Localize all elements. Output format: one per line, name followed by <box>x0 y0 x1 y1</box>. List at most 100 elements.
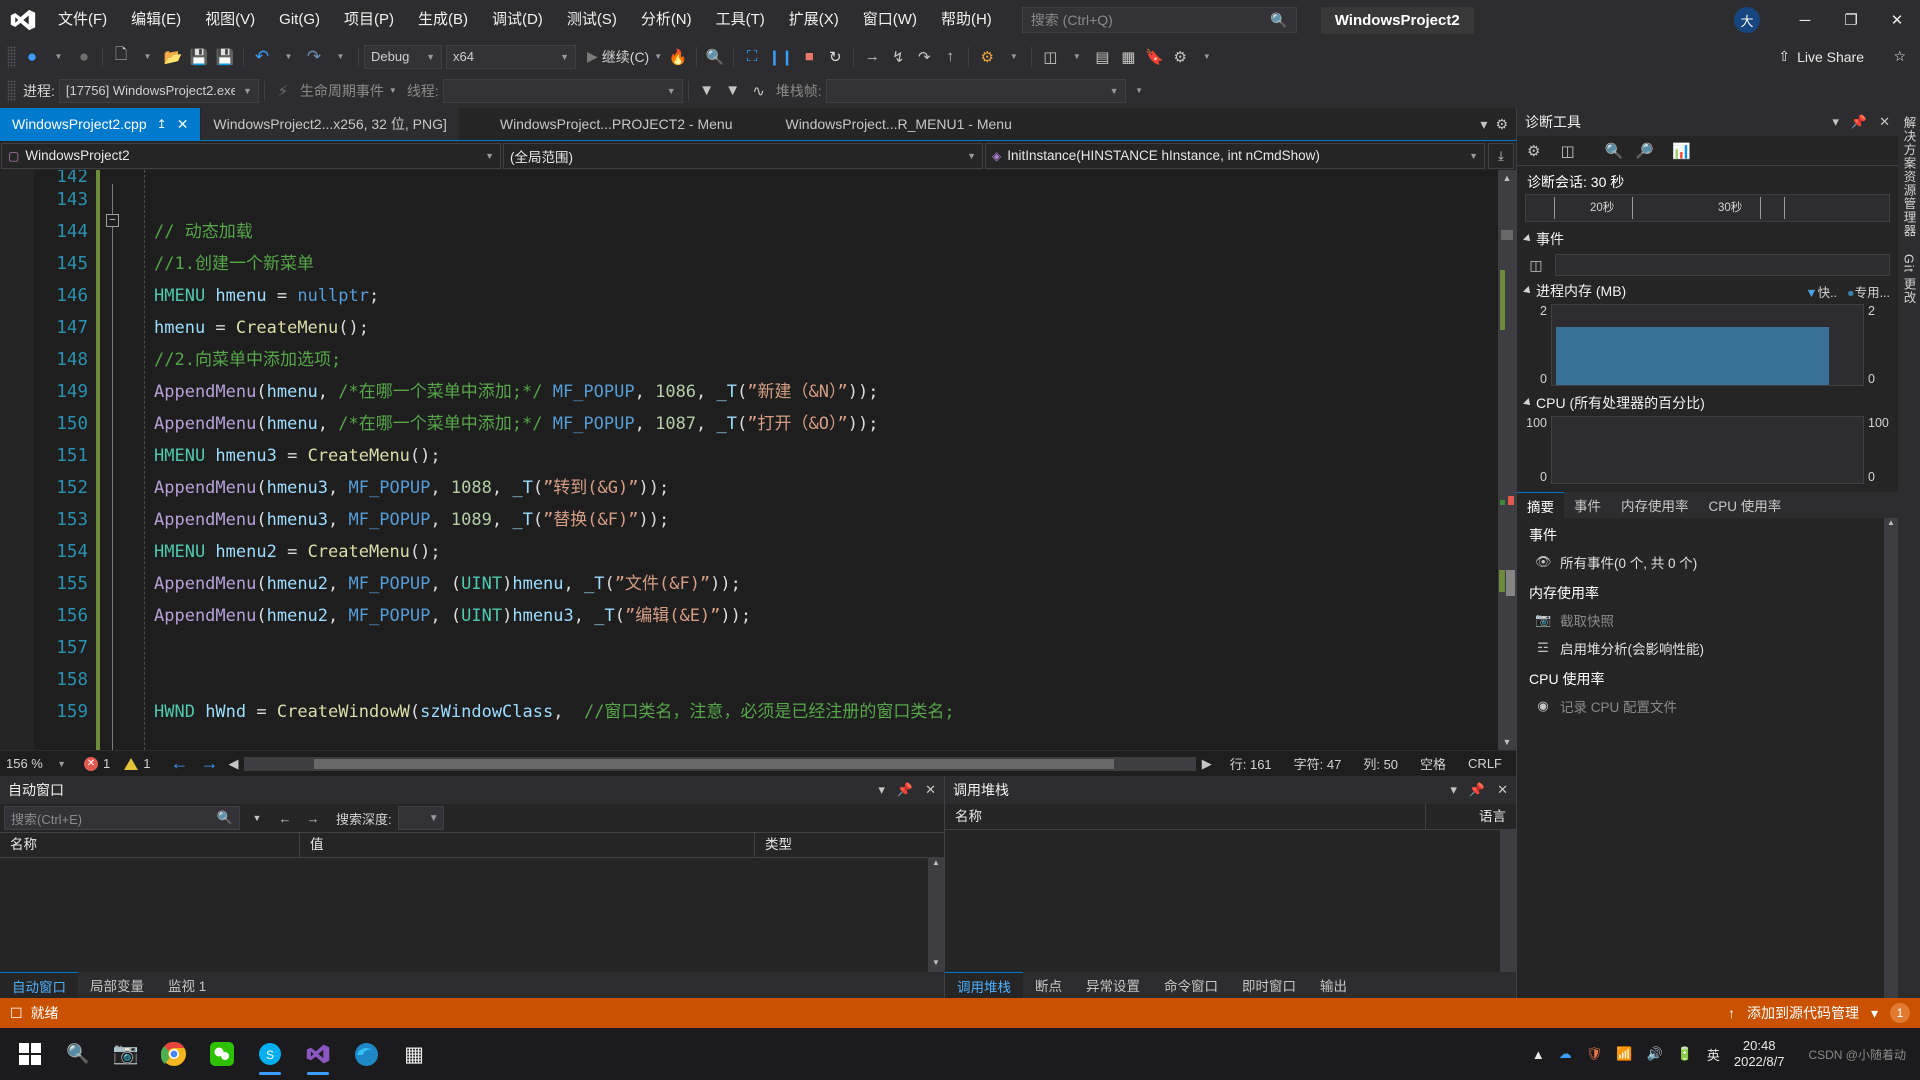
scroll-up-arrow[interactable]: ▲ <box>1498 170 1516 186</box>
autos-grid-rows[interactable] <box>0 858 928 972</box>
tab-cpu-usage[interactable]: CPU 使用率 <box>1699 492 1792 518</box>
debug-toolbar-grip[interactable] <box>7 79 16 102</box>
flag-filter2-icon[interactable]: ▼ <box>720 78 746 104</box>
reset-zoom-icon[interactable]: 📊 <box>1672 142 1691 160</box>
new-item-dropdown[interactable]: ▼ <box>134 44 160 70</box>
menu-help[interactable]: 帮助(H) <box>929 0 1004 40</box>
events-track[interactable] <box>1555 254 1890 276</box>
thread-select[interactable]: ▼ <box>442 78 683 103</box>
split-view-icon[interactable]: ⤓ <box>1488 142 1514 169</box>
chevron-down-icon[interactable]: ▾ <box>1832 114 1839 130</box>
autos-col-name[interactable]: 名称 <box>0 832 300 858</box>
outlining-margin[interactable]: − <box>100 170 126 750</box>
code-line[interactable]: hmenu = CreateMenu(); <box>126 312 1498 344</box>
diagnostic-list-scrollbar[interactable]: ▲ <box>1884 518 1898 998</box>
source-control-label[interactable]: 添加到源代码管理 <box>1747 1003 1859 1023</box>
code-line[interactable]: //1.创建一个新菜单 <box>126 248 1498 280</box>
eol-indicator[interactable]: CRLF <box>1468 756 1502 771</box>
code-line[interactable]: AppendMenu(hmenu3, MF_POPUP, 1088, _T(”转… <box>126 472 1498 504</box>
menu-project[interactable]: 项目(P) <box>332 0 406 40</box>
summary-item-record-cpu[interactable]: ◉ 记录 CPU 配置文件 <box>1517 692 1884 720</box>
menu-git[interactable]: Git(G) <box>267 0 332 40</box>
warning-count-badge[interactable]: 1 <box>124 756 150 771</box>
pin-icon[interactable]: 📌 <box>897 782 913 798</box>
taskbar-edge-icon[interactable] <box>342 1030 390 1078</box>
undo-icon[interactable]: ↶ <box>249 44 275 70</box>
editor-vertical-scrollbar[interactable]: ▲ ▼ <box>1498 170 1516 750</box>
autos-search-dropdown[interactable]: ▼ <box>246 807 268 829</box>
memory-chart[interactable]: 2 0 2 0 <box>1517 304 1898 390</box>
code-editor[interactable]: 142 143 144 145 146 147 148 149 150 151 152 153 154… <box>0 170 1516 750</box>
up-arrow-icon[interactable]: ↑ <box>1728 1005 1735 1021</box>
show-next-statement-icon[interactable]: ⛶ <box>739 44 765 70</box>
rail-git-changes[interactable]: Git 更改 <box>1900 254 1919 304</box>
save-icon[interactable]: 💾 <box>186 44 212 70</box>
toolbar-feedback-icon[interactable]: ☆ <box>1893 48 1906 65</box>
code-text-area[interactable]: // 动态加载 //1.创建一个新菜单 HMENU hmenu = nullptr;… <box>126 170 1498 750</box>
undo-dropdown[interactable]: ▼ <box>275 44 301 70</box>
code-line[interactable]: // 动态加载 <box>126 216 1498 248</box>
autos-col-value[interactable]: 值 <box>300 832 755 858</box>
code-line[interactable]: AppendMenu(hmenu2, MF_POPUP, (UINT)hmenu… <box>126 600 1498 632</box>
code-line[interactable]: AppendMenu(hmenu, /*在哪一个菜单中添加;*/ MF_POPU… <box>126 408 1498 440</box>
battery-icon[interactable]: 🔋 <box>1677 1046 1693 1062</box>
attach-to-process-icon[interactable]: 🔍 <box>702 44 728 70</box>
menu-view[interactable]: 视图(V) <box>193 0 267 40</box>
gear-icon[interactable]: ⚙ <box>1527 142 1540 160</box>
break-all-icon[interactable]: ❙❙ <box>765 44 796 70</box>
window-layout-icon[interactable]: ◫ <box>1037 44 1063 70</box>
active-project-chip[interactable]: WindowsProject2 <box>1320 6 1474 34</box>
indentation-indicator[interactable]: 空格 <box>1420 754 1446 773</box>
close-icon[interactable]: ✕ <box>1497 782 1508 798</box>
call-stack-vertical-scrollbar[interactable] <box>1500 830 1516 972</box>
pin-icon[interactable]: 📌 <box>1851 114 1867 130</box>
chevron-down-icon[interactable]: ▾ <box>1450 782 1457 798</box>
close-icon[interactable]: ✕ <box>925 782 936 798</box>
gear-icon[interactable]: ⚙ <box>1495 116 1508 133</box>
menu-edit[interactable]: 编辑(E) <box>119 0 193 40</box>
close-icon[interactable]: ✕ <box>1879 114 1890 130</box>
taskbar-chrome-icon[interactable] <box>150 1030 198 1078</box>
window-layout-dropdown[interactable]: ▼ <box>1063 44 1089 70</box>
code-line[interactable]: HMENU hmenu2 = CreateMenu(); <box>126 536 1498 568</box>
tab-locals[interactable]: 局部变量 <box>78 972 156 998</box>
rail-solution-explorer[interactable]: 解决方案资源管理器 <box>1900 116 1919 238</box>
menu-test[interactable]: 测试(S) <box>555 0 629 40</box>
tab-events[interactable]: 事件 <box>1564 492 1611 518</box>
open-file-icon[interactable]: 📂 <box>160 44 186 70</box>
lifecycle-events-icon[interactable]: ⚡ <box>270 78 296 104</box>
bookmark-icon[interactable]: 🔖 <box>1141 44 1167 70</box>
glyph-margin[interactable] <box>0 170 34 750</box>
onedrive-icon[interactable]: ☁ <box>1559 1046 1572 1062</box>
summary-item-take-snapshot[interactable]: 📷 截取快照 <box>1517 606 1884 634</box>
tab-autos[interactable]: 自动窗口 <box>0 972 78 998</box>
menu-tools[interactable]: 工具(T) <box>704 0 777 40</box>
code-line[interactable] <box>126 632 1498 664</box>
code-line[interactable] <box>126 664 1498 696</box>
volume-icon[interactable]: 🔊 <box>1646 1046 1662 1062</box>
notification-count-badge[interactable]: 1 <box>1890 1003 1910 1023</box>
tab-project2-menu[interactable]: WindowsProject...PROJECT2 - Menu <box>459 108 746 140</box>
pin-icon[interactable]: ↥ <box>157 117 167 131</box>
code-line[interactable]: //2.向菜单中添加选项; <box>126 344 1498 376</box>
tab-call-stack[interactable]: 调用堆栈 <box>945 972 1023 998</box>
code-line[interactable]: AppendMenu(hmenu2, MF_POPUP, (UINT)hmenu… <box>126 568 1498 600</box>
redo-dropdown[interactable]: ▼ <box>327 44 353 70</box>
chevron-down-icon[interactable]: ▾ <box>878 782 885 798</box>
fold-toggle[interactable]: − <box>106 214 119 227</box>
callstack-col-language[interactable]: 语言 <box>1426 804 1516 830</box>
tab-command-window[interactable]: 命令窗口 <box>1152 972 1230 998</box>
live-share-button[interactable]: ⇧ Live Share <box>1778 48 1864 65</box>
menu-file[interactable]: 文件(F) <box>46 0 119 40</box>
error-count-badge[interactable]: ✕ 1 <box>84 756 110 771</box>
panel-layout2-icon[interactable]: ▦ <box>1115 44 1141 70</box>
code-line[interactable]: HWND hWnd = CreateWindowW(szWindowClass,… <box>126 696 1498 728</box>
navigate-back-button[interactable]: ● <box>19 44 45 70</box>
clock[interactable]: 20:48 2022/8/7 <box>1734 1038 1785 1071</box>
menu-build[interactable]: 生成(B) <box>406 0 480 40</box>
process-select[interactable]: [17756] WindowsProject2.exe ▼ <box>58 78 259 103</box>
autos-depth-select[interactable]: ▼ <box>397 806 444 830</box>
new-item-icon[interactable]: 🗋 <box>108 44 134 70</box>
toolbar-overflow-icon[interactable]: ▼ <box>1193 44 1219 70</box>
menu-extensions[interactable]: 扩展(X) <box>777 0 851 40</box>
